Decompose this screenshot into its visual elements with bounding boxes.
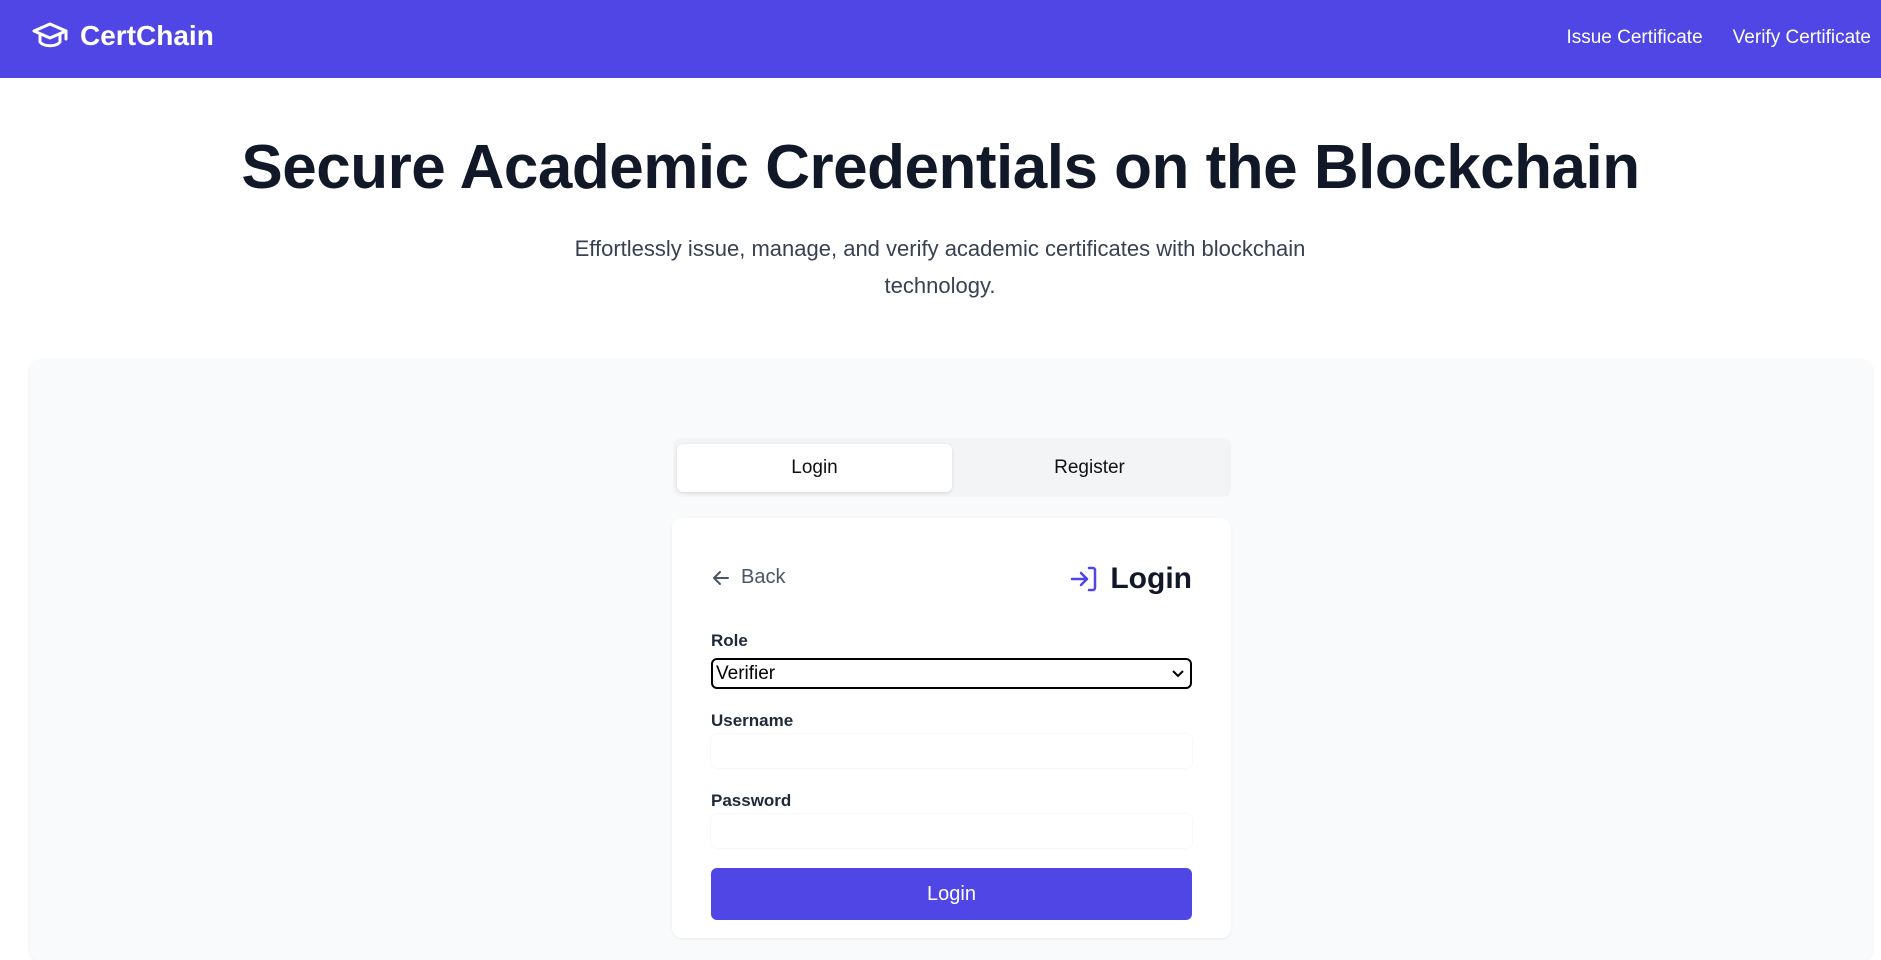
login-icon [1071, 566, 1097, 592]
nav-verify-certificate[interactable]: Verify Certificate [1733, 27, 1871, 49]
graduation-cap-icon [32, 22, 68, 48]
password-input[interactable] [711, 814, 1192, 848]
login-submit-button[interactable]: Login [711, 868, 1192, 920]
navbar: CertChain Issue Certificate Verify Certi… [0, 0, 1881, 78]
role-select[interactable]: Verifier [711, 658, 1192, 689]
brand-name: CertChain [80, 20, 214, 51]
username-input[interactable] [711, 734, 1192, 768]
role-value: Verifier [716, 662, 776, 684]
chevron-down-icon [1172, 669, 1184, 677]
nav-issue-certificate[interactable]: Issue Certificate [1566, 27, 1702, 49]
back-label: Back [741, 566, 786, 588]
back-button[interactable]: Back [711, 566, 785, 589]
login-card: Back Login Role Verifier Username Passwo… [672, 518, 1231, 938]
role-label: Role [711, 631, 748, 650]
card-title: Login [1110, 562, 1192, 595]
password-label: Password [711, 791, 792, 810]
tab-login[interactable]: Login [677, 444, 952, 492]
arrow-left-icon [713, 570, 729, 585]
hero-title: Secure Academic Credentials on the Block… [241, 133, 1640, 202]
auth-tabs: Login Register [673, 438, 1231, 497]
hero-subtitle: Effortlessly issue, manage, and verify a… [574, 236, 1306, 298]
username-label: Username [711, 711, 794, 730]
brand-logo[interactable]: CertChain [32, 20, 214, 52]
tab-register[interactable]: Register [952, 444, 1227, 492]
